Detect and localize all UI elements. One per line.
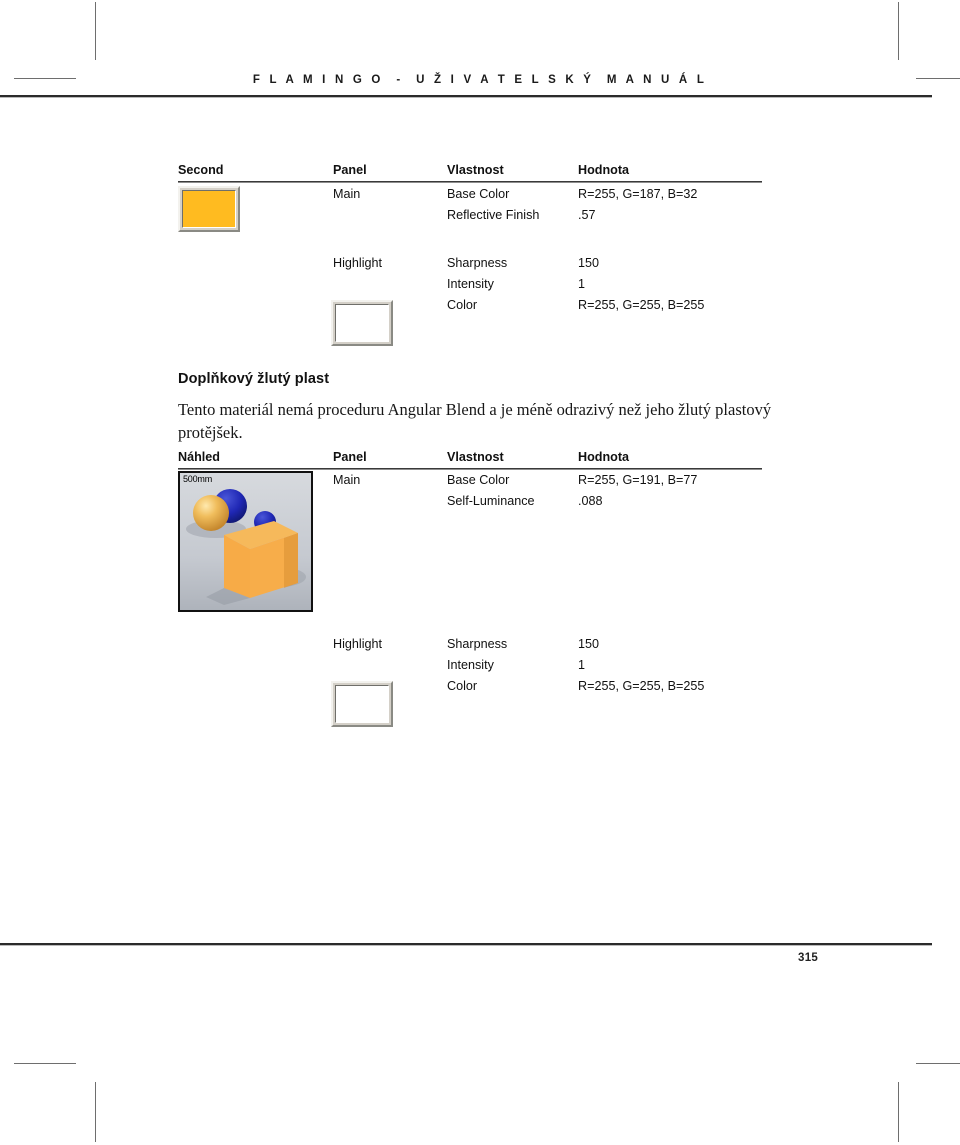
property-value: 150 <box>578 637 600 651</box>
crop-mark-bottom-right-vertical <box>898 1082 899 1142</box>
property-value: R=255, G=187, B=32 <box>578 187 698 201</box>
table-row: Color R=255, G=255, B=255 <box>178 679 762 700</box>
table-two-group-main: Main Base Color R=255, G=191, B=77 Self-… <box>178 473 762 515</box>
column-header-panel: Panel <box>333 163 367 177</box>
page-number: 315 <box>798 952 819 964</box>
property-value: R=255, G=191, B=77 <box>578 473 698 487</box>
property-name: Self-Luminance <box>447 494 535 508</box>
crop-mark-bottom-left-vertical <box>95 1082 96 1142</box>
section-paragraph: Tento materiál nemá proceduru Angular Bl… <box>178 400 772 442</box>
table-row: Main Base Color R=255, G=191, B=77 <box>178 473 762 494</box>
panel-name: Highlight <box>333 637 383 651</box>
property-name: Base Color <box>447 473 510 487</box>
table-two-header-rule <box>178 468 762 470</box>
table-one-group-main: Main Base Color R=255, G=187, B=32 Refle… <box>178 187 762 229</box>
table-row: Highlight Sharpness 150 <box>178 637 762 658</box>
table-row: Highlight Sharpness 150 <box>178 256 762 277</box>
column-header-preview: Second <box>178 163 224 177</box>
property-value: .088 <box>578 494 603 508</box>
property-name: Intensity <box>447 277 494 291</box>
panel-name: Highlight <box>333 256 383 270</box>
footer-rule <box>0 943 932 946</box>
column-header-value: Hodnota <box>578 450 630 464</box>
table-row: Intensity 1 <box>178 658 762 679</box>
column-header-value: Hodnota <box>578 163 630 177</box>
column-header-panel: Panel <box>333 450 367 464</box>
property-name: Intensity <box>447 658 494 672</box>
table-one-group-highlight: Highlight Sharpness 150 Intensity 1 Colo… <box>178 256 762 319</box>
property-name: Base Color <box>447 187 510 201</box>
panel-name: Main <box>333 187 361 201</box>
running-header-title: F L A M I N G O - U Ž I V A T E L S K Ý … <box>252 74 708 86</box>
property-name: Color <box>447 298 478 312</box>
crop-mark-top-right-vertical <box>898 2 899 60</box>
manual-page: F L A M I N G O - U Ž I V A T E L S K Ý … <box>0 0 960 1145</box>
property-name: Sharpness <box>447 637 508 651</box>
panel-name: Main <box>333 473 361 487</box>
column-header-property: Vlastnost <box>447 450 504 464</box>
property-value: R=255, G=255, B=255 <box>578 298 705 312</box>
table-row: Main Base Color R=255, G=187, B=32 <box>178 187 762 208</box>
table-row: Color R=255, G=255, B=255 <box>178 298 762 319</box>
thumbnail-scale-label: 500mm <box>183 474 213 484</box>
property-name: Reflective Finish <box>447 208 540 222</box>
crop-mark-top-left-vertical <box>95 2 96 60</box>
table-two-group-highlight: Highlight Sharpness 150 Intensity 1 Colo… <box>178 637 762 700</box>
crop-mark-bottom-right-horizontal <box>916 1063 960 1064</box>
crop-mark-bottom-left-horizontal <box>14 1063 76 1064</box>
property-value: R=255, G=255, B=255 <box>578 679 705 693</box>
table-row: Self-Luminance .088 <box>178 494 762 515</box>
column-header-property: Vlastnost <box>447 163 504 177</box>
property-value: 1 <box>578 658 586 672</box>
header-rule <box>0 95 932 98</box>
section-heading: Doplňkový žlutý plast <box>178 371 330 387</box>
table-one-header-rule <box>178 181 762 183</box>
property-value: 150 <box>578 256 600 270</box>
property-value: .57 <box>578 208 596 222</box>
table-row: Intensity 1 <box>178 277 762 298</box>
column-header-preview: Náhled <box>178 450 220 464</box>
property-name: Sharpness <box>447 256 508 270</box>
property-name: Color <box>447 679 478 693</box>
table-row: Reflective Finish .57 <box>178 208 762 229</box>
property-value: 1 <box>578 277 586 291</box>
